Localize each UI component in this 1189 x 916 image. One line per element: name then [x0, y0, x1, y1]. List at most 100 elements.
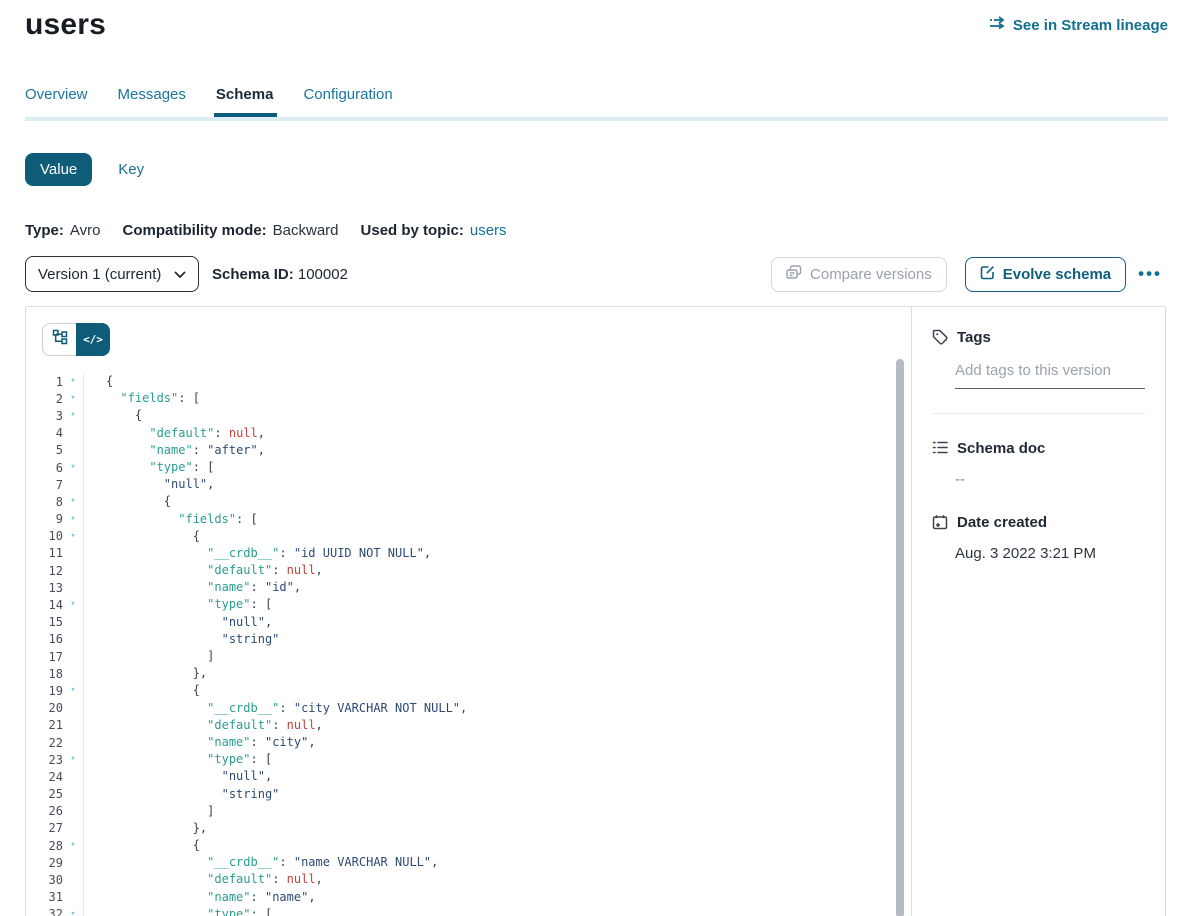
line-number: 27	[26, 821, 63, 835]
sidebar-divider	[932, 413, 1145, 414]
code-text: "default": null,	[83, 717, 911, 734]
code-line: 23▾ "type": [	[26, 751, 911, 768]
code-line: 32▾ "type": [	[26, 906, 911, 916]
edit-icon	[980, 265, 995, 284]
add-tags-input[interactable]	[955, 362, 1145, 379]
tag-icon	[932, 329, 949, 346]
fold-toggle-icon[interactable]: ▾	[63, 493, 83, 510]
code-line: 12 "default": null,	[26, 562, 911, 579]
code-line: 16 "string"	[26, 631, 911, 648]
fold-toggle-icon[interactable]: ▾	[63, 906, 83, 916]
line-number: 24	[26, 770, 63, 784]
fold-toggle-icon[interactable]: ▾	[63, 407, 83, 424]
code-line: 26 ]	[26, 803, 911, 820]
code-text: "type": [	[83, 906, 911, 916]
line-number: 23	[26, 753, 63, 767]
date-created-heading: Date created	[957, 514, 1047, 531]
more-actions-button[interactable]: •••	[1138, 264, 1162, 284]
code-text: "__crdb__": "city VARCHAR NOT NULL",	[83, 700, 911, 717]
code-view-button[interactable]: </>	[76, 323, 110, 356]
evolve-schema-button[interactable]: Evolve schema	[965, 257, 1126, 292]
tags-section-header: Tags	[932, 329, 1145, 346]
code-text: "null",	[83, 614, 911, 631]
key-toggle-link[interactable]: Key	[118, 161, 144, 178]
line-number: 25	[26, 787, 63, 801]
page-title: users	[25, 8, 106, 42]
code-text: "name": "city",	[83, 734, 911, 751]
fold-toggle-icon[interactable]: ▾	[63, 751, 83, 768]
topic-link[interactable]: users	[470, 222, 507, 239]
schema-controls-row: Version 1 (current) Schema ID: 100002 Co…	[25, 256, 1168, 292]
code-text: "default": null,	[83, 871, 911, 888]
line-number: 29	[26, 856, 63, 870]
compatibility-label: Compatibility mode:	[122, 222, 266, 239]
code-text: "type": [	[83, 459, 911, 476]
stream-lineage-link[interactable]: See in Stream lineage	[989, 16, 1168, 34]
code-line: 24 "null",	[26, 768, 911, 785]
compare-versions-button[interactable]: Compare versions	[771, 257, 947, 292]
code-line: 22 "name": "city",	[26, 734, 911, 751]
page-header: users See in Stream lineage	[25, 8, 1168, 42]
code-text: "name": "name",	[83, 889, 911, 906]
stream-lineage-icon	[989, 16, 1006, 34]
schema-doc-heading: Schema doc	[957, 440, 1045, 457]
line-number: 2	[26, 392, 63, 406]
line-number: 4	[26, 426, 63, 440]
tab-messages[interactable]: Messages	[118, 86, 186, 117]
fold-toggle-icon[interactable]: ▾	[63, 528, 83, 545]
fold-toggle-icon[interactable]: ▾	[63, 596, 83, 613]
code-line: 3▾ {	[26, 407, 911, 424]
code-text: {	[83, 682, 911, 699]
code-text: "type": [	[83, 596, 911, 613]
fold-toggle-icon[interactable]: ▾	[63, 390, 83, 407]
line-number: 17	[26, 650, 63, 664]
code-text: "__crdb__": "name VARCHAR NULL",	[83, 854, 911, 871]
tab-overview[interactable]: Overview	[25, 86, 88, 117]
code-line: 6▾ "type": [	[26, 459, 911, 476]
code-text: {	[83, 407, 911, 424]
line-number: 1	[26, 375, 63, 389]
fold-toggle-icon[interactable]: ▾	[63, 373, 83, 390]
tab-configuration[interactable]: Configuration	[303, 86, 392, 117]
code-line: 17 ]	[26, 648, 911, 665]
code-line: 19▾ {	[26, 682, 911, 699]
line-number: 6	[26, 461, 63, 475]
code-scrollbar[interactable]	[896, 359, 904, 916]
fold-toggle-icon[interactable]: ▾	[63, 682, 83, 699]
version-select[interactable]: Version 1 (current)	[25, 256, 199, 292]
fold-toggle-icon[interactable]: ▾	[63, 459, 83, 476]
tree-view-button[interactable]	[42, 323, 76, 356]
schema-code-viewer: </> 1▾{2▾ "fields": [3▾ {4 "default": nu…	[26, 307, 912, 916]
fold-toggle-icon[interactable]: ▾	[63, 837, 83, 854]
code-text: },	[83, 820, 911, 837]
schema-id-value: 100002	[298, 266, 348, 283]
line-number: 16	[26, 632, 63, 646]
value-toggle-button[interactable]: Value	[25, 153, 92, 186]
code-text: "null",	[83, 768, 911, 785]
line-number: 21	[26, 718, 63, 732]
schema-panel: </> 1▾{2▾ "fields": [3▾ {4 "default": nu…	[25, 306, 1166, 916]
code-lines: 1▾{2▾ "fields": [3▾ {4 "default": null,5…	[26, 373, 911, 916]
line-number: 15	[26, 615, 63, 629]
tags-heading: Tags	[957, 329, 991, 346]
code-line: 29 "__crdb__": "name VARCHAR NULL",	[26, 854, 911, 871]
code-view-icon: </>	[83, 333, 103, 346]
code-line: 4 "default": null,	[26, 425, 911, 442]
code-text: "string"	[83, 786, 911, 803]
compare-versions-icon	[786, 265, 802, 284]
code-line: 30 "default": null,	[26, 871, 911, 888]
code-text: {	[83, 373, 911, 390]
code-line: 2▾ "fields": [	[26, 390, 911, 407]
line-number: 18	[26, 667, 63, 681]
code-line: 10▾ {	[26, 528, 911, 545]
code-text: "string"	[83, 631, 911, 648]
code-text: "default": null,	[83, 425, 911, 442]
line-number: 32	[26, 907, 63, 916]
line-number: 10	[26, 529, 63, 543]
code-line: 25 "string"	[26, 786, 911, 803]
tab-schema[interactable]: Schema	[216, 86, 274, 117]
code-text: ]	[83, 648, 911, 665]
code-line: 20 "__crdb__": "city VARCHAR NOT NULL",	[26, 700, 911, 717]
fold-toggle-icon[interactable]: ▾	[63, 511, 83, 528]
code-line: 5 "name": "after",	[26, 442, 911, 459]
